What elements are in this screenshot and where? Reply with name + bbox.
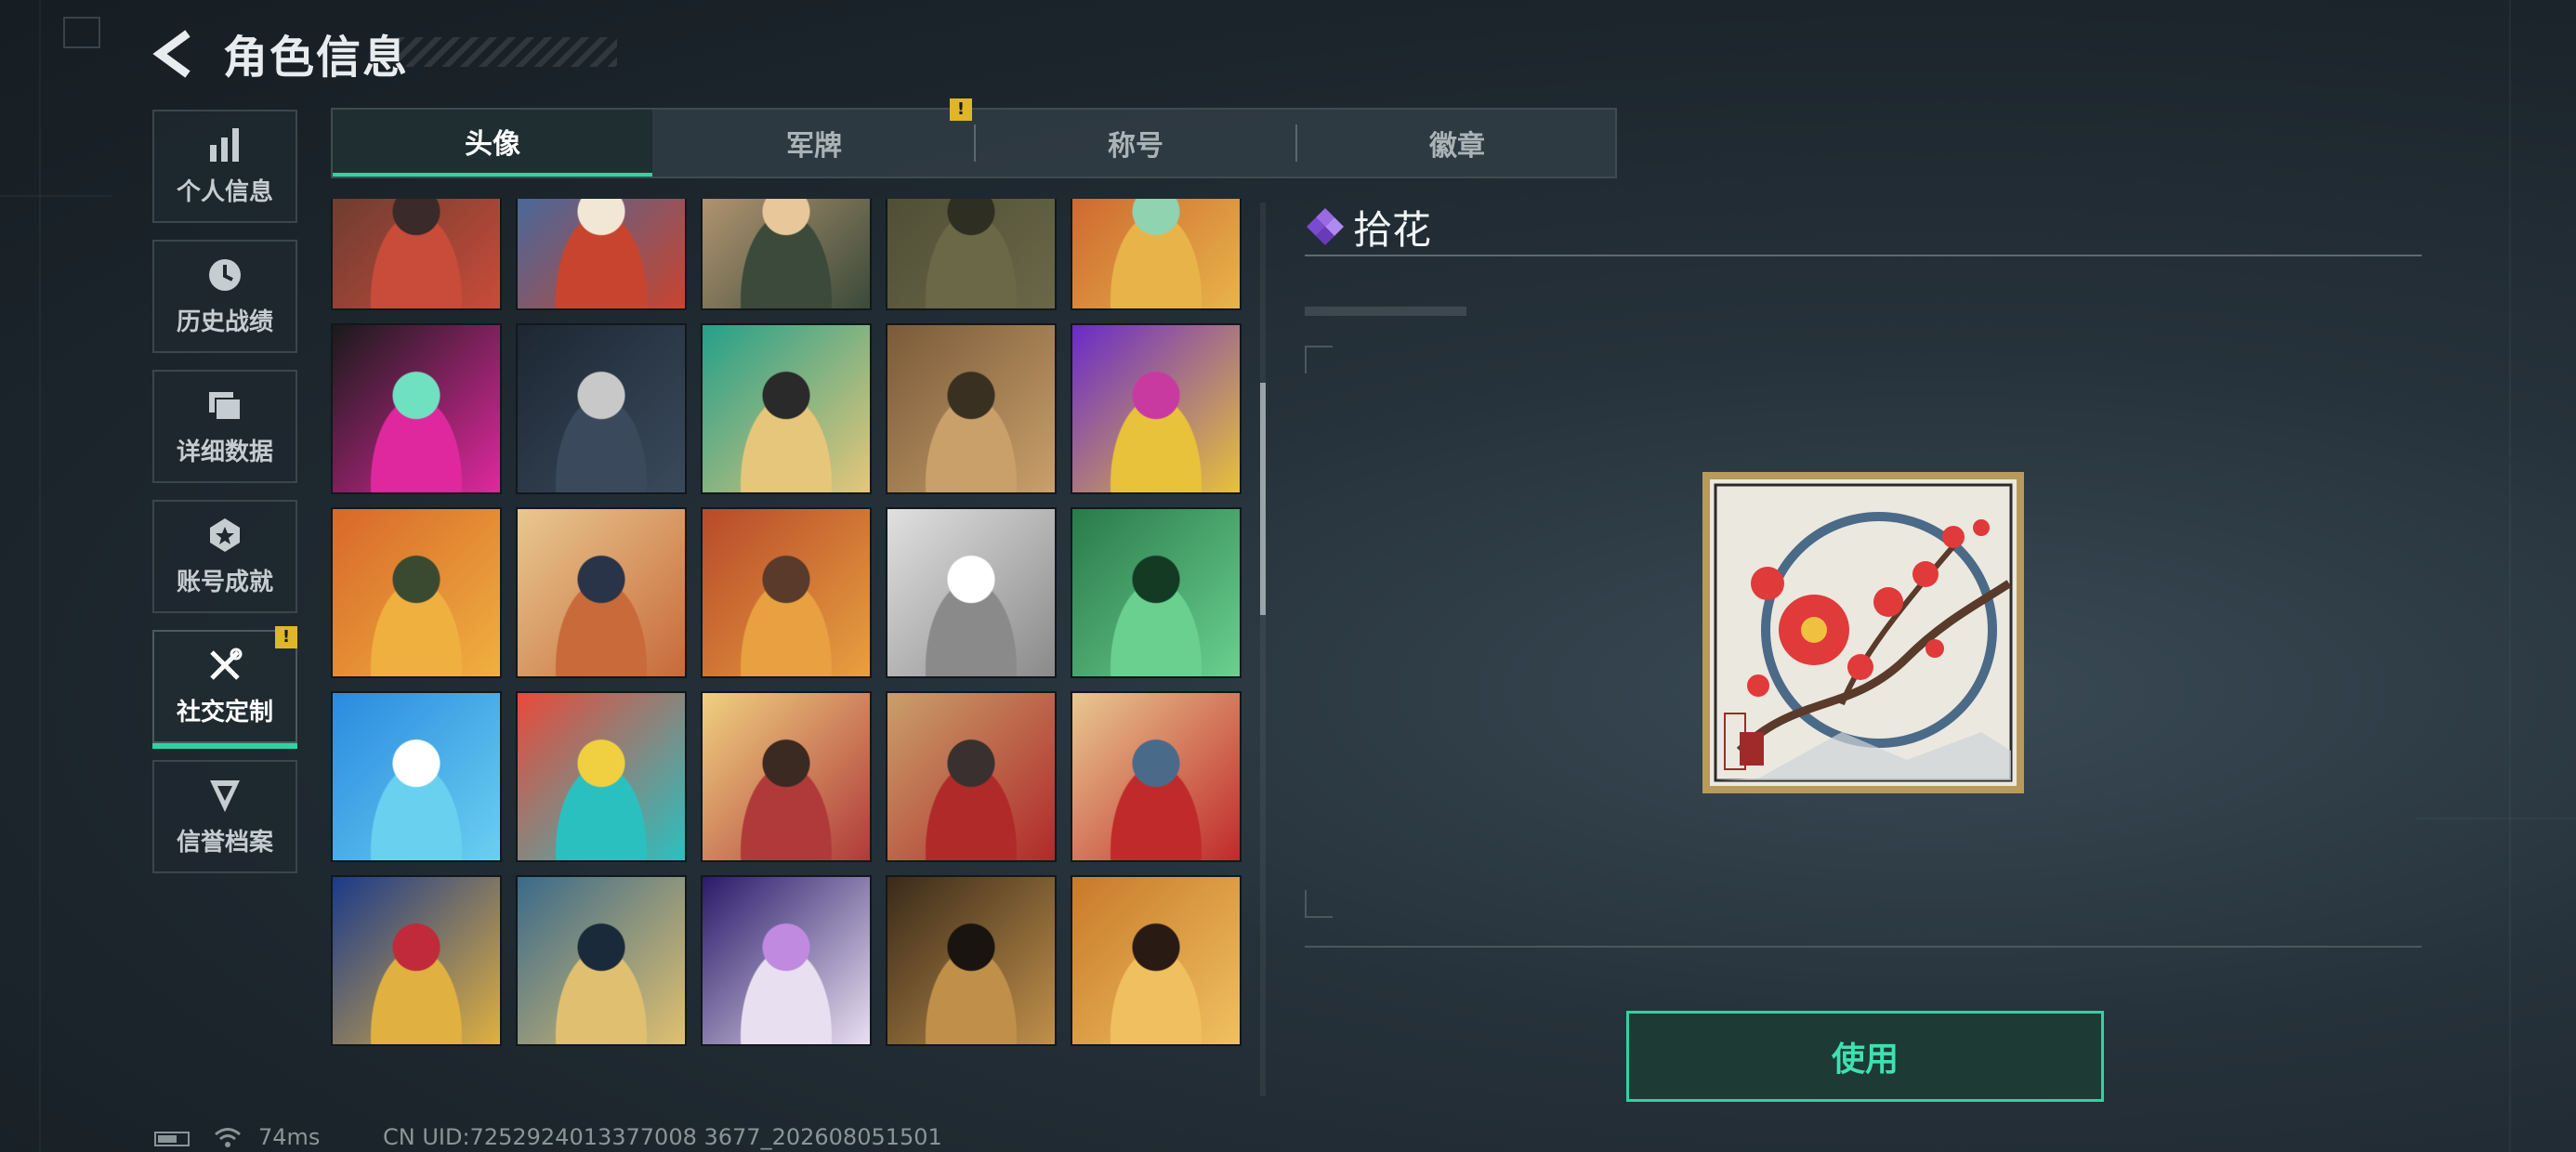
avatar-thumbnail[interactable] (516, 691, 687, 862)
bg-grid-line (2509, 0, 2511, 1152)
corner-decoration (63, 17, 100, 48)
tab-warning-badge: ! (950, 98, 972, 121)
avatar-thumbnail[interactable] (331, 507, 502, 678)
avatar-thumbnail[interactable] (701, 691, 872, 862)
sidebar-item-label: 信誉档案 (176, 828, 273, 857)
avatar-thumbnail[interactable] (886, 507, 1057, 678)
history-clock-icon (209, 258, 241, 291)
avatar-thumbnail[interactable] (331, 691, 502, 862)
tab-dogtag[interactable]: 军牌 (654, 110, 974, 177)
preview-frame-corner (1305, 346, 1333, 373)
scrollbar-thumb[interactable] (1260, 383, 1266, 615)
avatar-thumbnail[interactable] (701, 199, 872, 310)
preview-divider (1305, 946, 2422, 948)
avatar-thumbnail[interactable] (886, 875, 1057, 1046)
uid-text: CN UID:7252924013377008 3677_20260805150… (383, 1124, 942, 1150)
sidebar-item-label: 详细数据 (176, 438, 273, 466)
achievement-badge-icon (210, 517, 240, 552)
avatar-thumbnail[interactable] (331, 199, 502, 310)
avatar-thumbnail[interactable] (1071, 691, 1242, 862)
tab-badge[interactable]: 徽章 (1297, 110, 1617, 177)
bg-grid-line (2416, 818, 2576, 819)
category-tabs: 头像 军牌 称号 徽章 (331, 108, 1617, 178)
battery-level (158, 1135, 177, 1143)
title-decoration (398, 37, 617, 67)
chevron-left-icon (152, 30, 191, 78)
ping-text: 74ms (258, 1124, 321, 1150)
sidebar-item-details[interactable]: 详细数据 (152, 370, 297, 483)
detail-subtitle-placeholder (1305, 307, 1466, 316)
bg-grid-line (39, 0, 41, 1152)
avatar-thumbnail[interactable] (701, 507, 872, 678)
reputation-shield-icon (210, 779, 240, 812)
avatar-thumbnail[interactable] (1071, 323, 1242, 494)
sidebar-item-profile[interactable]: 个人信息 (152, 110, 297, 223)
avatar-preview (1702, 472, 2024, 793)
preview-frame-corner (1305, 890, 1333, 918)
sidebar-item-label: 账号成就 (176, 568, 273, 596)
avatar-thumbnail[interactable] (701, 323, 872, 494)
avatar-thumbnail[interactable] (516, 199, 687, 310)
avatar-thumbnail[interactable] (886, 323, 1057, 494)
avatar-thumbnail[interactable] (516, 323, 687, 494)
avatar-thumbnail[interactable] (331, 875, 502, 1046)
avatar-thumbnail[interactable] (1071, 199, 1242, 310)
sidebar-item-label: 历史战绩 (176, 308, 273, 336)
avatar-thumbnail[interactable] (1071, 875, 1242, 1046)
sidebar-item-reputation[interactable]: 信誉档案 (152, 760, 297, 873)
avatar-thumbnail[interactable] (516, 875, 687, 1046)
back-button[interactable] (151, 28, 206, 80)
selected-avatar-name: 拾花 (1353, 207, 1432, 253)
avatar-thumbnail[interactable] (701, 875, 872, 1046)
tab-avatar[interactable]: 头像 (333, 110, 652, 177)
tab-title[interactable]: 称号 (976, 110, 1295, 177)
purple-diamond-icon (1307, 208, 1344, 245)
avatar-grid (331, 199, 1245, 1102)
avatar-thumbnail[interactable] (516, 507, 687, 678)
detail-divider (1305, 255, 2422, 256)
sidebar-warning-badge: ! (275, 626, 297, 648)
avatar-thumbnail[interactable] (1071, 507, 1242, 678)
page-title: 角色信息 (223, 32, 410, 84)
sidebar-item-label: 社交定制 (176, 698, 273, 727)
use-button[interactable]: 使用 (1626, 1011, 2104, 1102)
bg-grid-line (0, 195, 112, 197)
folder-icon (209, 391, 242, 421)
tools-icon (210, 648, 243, 680)
avatar-thumbnail[interactable] (886, 199, 1057, 310)
wifi-icon (215, 1128, 241, 1147)
sidebar-item-history[interactable]: 历史战绩 (152, 240, 297, 353)
sidebar-item-label: 个人信息 (176, 177, 273, 206)
avatar-thumbnail[interactable] (886, 691, 1057, 862)
sidebar-item-achievements[interactable]: 账号成就 (152, 500, 297, 613)
avatar-thumbnail[interactable] (331, 323, 502, 494)
bar-chart-icon (210, 127, 239, 162)
scrollbar-track[interactable] (1260, 203, 1266, 1096)
